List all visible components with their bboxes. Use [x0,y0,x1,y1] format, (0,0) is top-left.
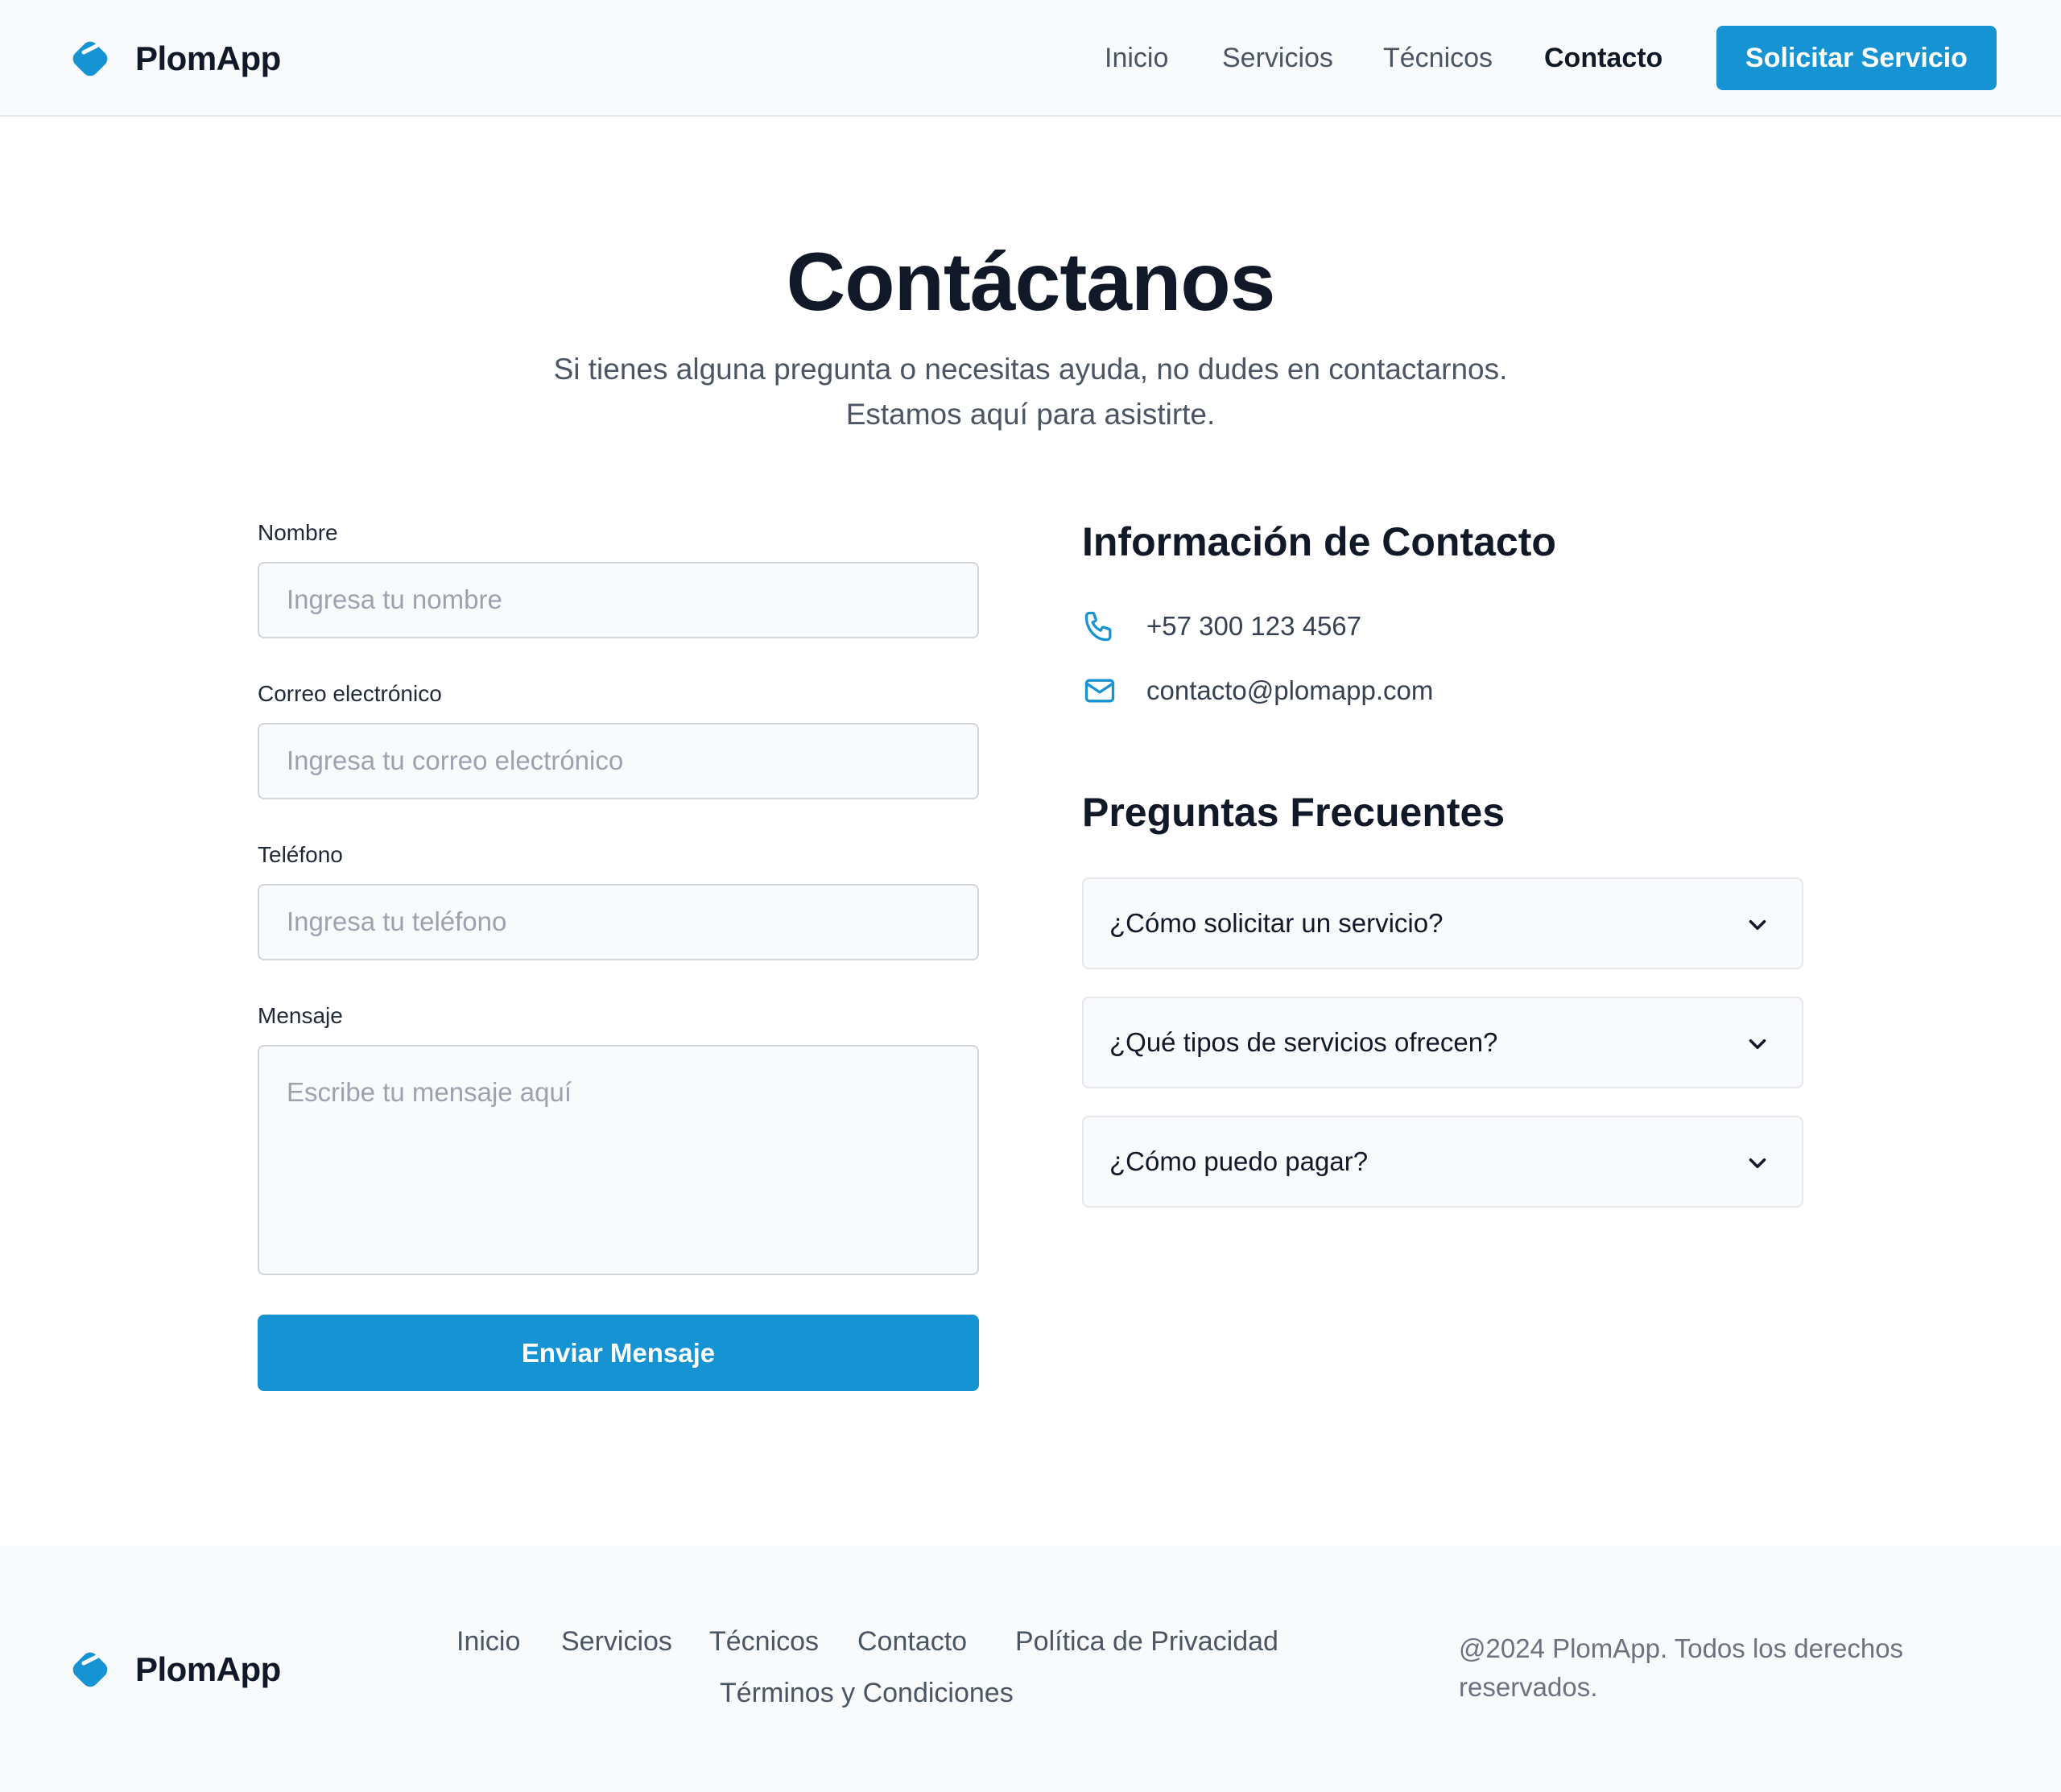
name-input[interactable]: Ingresa tu nombre [258,562,979,638]
name-placeholder: Ingresa tu nombre [287,584,502,614]
footer-link-tecnicos[interactable]: Técnicos [709,1626,819,1658]
request-service-button[interactable]: Solicitar Servicio [1716,26,1997,90]
brand-name: PlomApp [135,39,281,77]
chevron-down-icon [1749,919,1766,931]
message-placeholder: Escribe tu mensaje aquí [287,1077,572,1107]
copyright-text: @2024 PlomApp. Todos los derechos reserv… [1459,1633,1904,1702]
footer-link-privacy[interactable]: Política de Privacidad [1015,1626,1278,1658]
faq-item[interactable]: ¿Cómo puedo pagar? [1082,1116,1803,1208]
message-label: Mensaje [258,1003,343,1028]
contact-phone[interactable]: +57 300 123 4567 [1146,611,1361,642]
name-label: Nombre [258,520,338,545]
faq-item[interactable]: ¿Cómo solicitar un servicio? [1082,877,1803,969]
contact-email-row: contacto@plomapp.com [1082,673,1433,708]
phone-icon [1084,611,1112,642]
page-subtitle-line-2: Estamos aquí para asistirte. [845,398,1216,431]
drop-logo-icon [72,1652,108,1687]
site-header: PlomApp Inicio Servicios Técnicos Contac… [0,0,2061,117]
site-footer: PlomApp Inicio Servicios Técnicos Contac… [0,1546,2061,1792]
email-input[interactable]: Ingresa tu correo electrónico [258,723,979,799]
footer-logo[interactable]: PlomApp [66,1645,281,1694]
phone-input[interactable]: Ingresa tu teléfono [258,884,979,960]
contact-info-title: Información de Contacto [1082,519,1556,564]
email-placeholder: Ingresa tu correo electrónico [287,745,624,775]
mail-icon [1084,679,1115,703]
drop-logo-icon [72,41,108,76]
message-textarea[interactable]: Escribe tu mensaje aquí [258,1045,979,1275]
chevron-down-icon [1749,1038,1766,1050]
page-subtitle-line-1: Si tienes alguna pregunta o necesitas ay… [553,353,1508,386]
faq-question: ¿Cómo puedo pagar? [1109,1146,1369,1176]
footer-link-servicios[interactable]: Servicios [561,1626,672,1658]
send-message-button[interactable]: Enviar Mensaje [258,1315,979,1391]
chevron-down-icon [1749,1158,1766,1169]
brand-name: PlomApp [135,1650,281,1688]
contact-phone-row: +57 300 123 4567 [1082,609,1361,644]
contact-email[interactable]: contacto@plomapp.com [1146,675,1433,706]
nav-tecnicos[interactable]: Técnicos [1383,43,1493,74]
nav-inicio[interactable]: Inicio [1105,43,1168,74]
phone-label: Teléfono [258,842,343,867]
email-label: Correo electrónico [258,681,442,706]
footer-link-terms[interactable]: Términos y Condiciones [720,1678,1014,1709]
faq-title: Preguntas Frecuentes [1082,790,1505,835]
faq-question: ¿Cómo solicitar un servicio? [1109,908,1444,938]
page-title: Contáctanos [786,236,1276,328]
faq-question: ¿Qué tipos de servicios ofrecen? [1109,1027,1498,1057]
faq-item[interactable]: ¿Qué tipos de servicios ofrecen? [1082,997,1803,1088]
header-logo[interactable]: PlomApp [66,35,281,83]
phone-placeholder: Ingresa tu teléfono [287,906,507,936]
nav-contacto[interactable]: Contacto [1544,43,1662,74]
nav-servicios[interactable]: Servicios [1222,43,1333,74]
footer-link-contacto[interactable]: Contacto [857,1626,967,1658]
footer-link-inicio[interactable]: Inicio [456,1626,520,1658]
